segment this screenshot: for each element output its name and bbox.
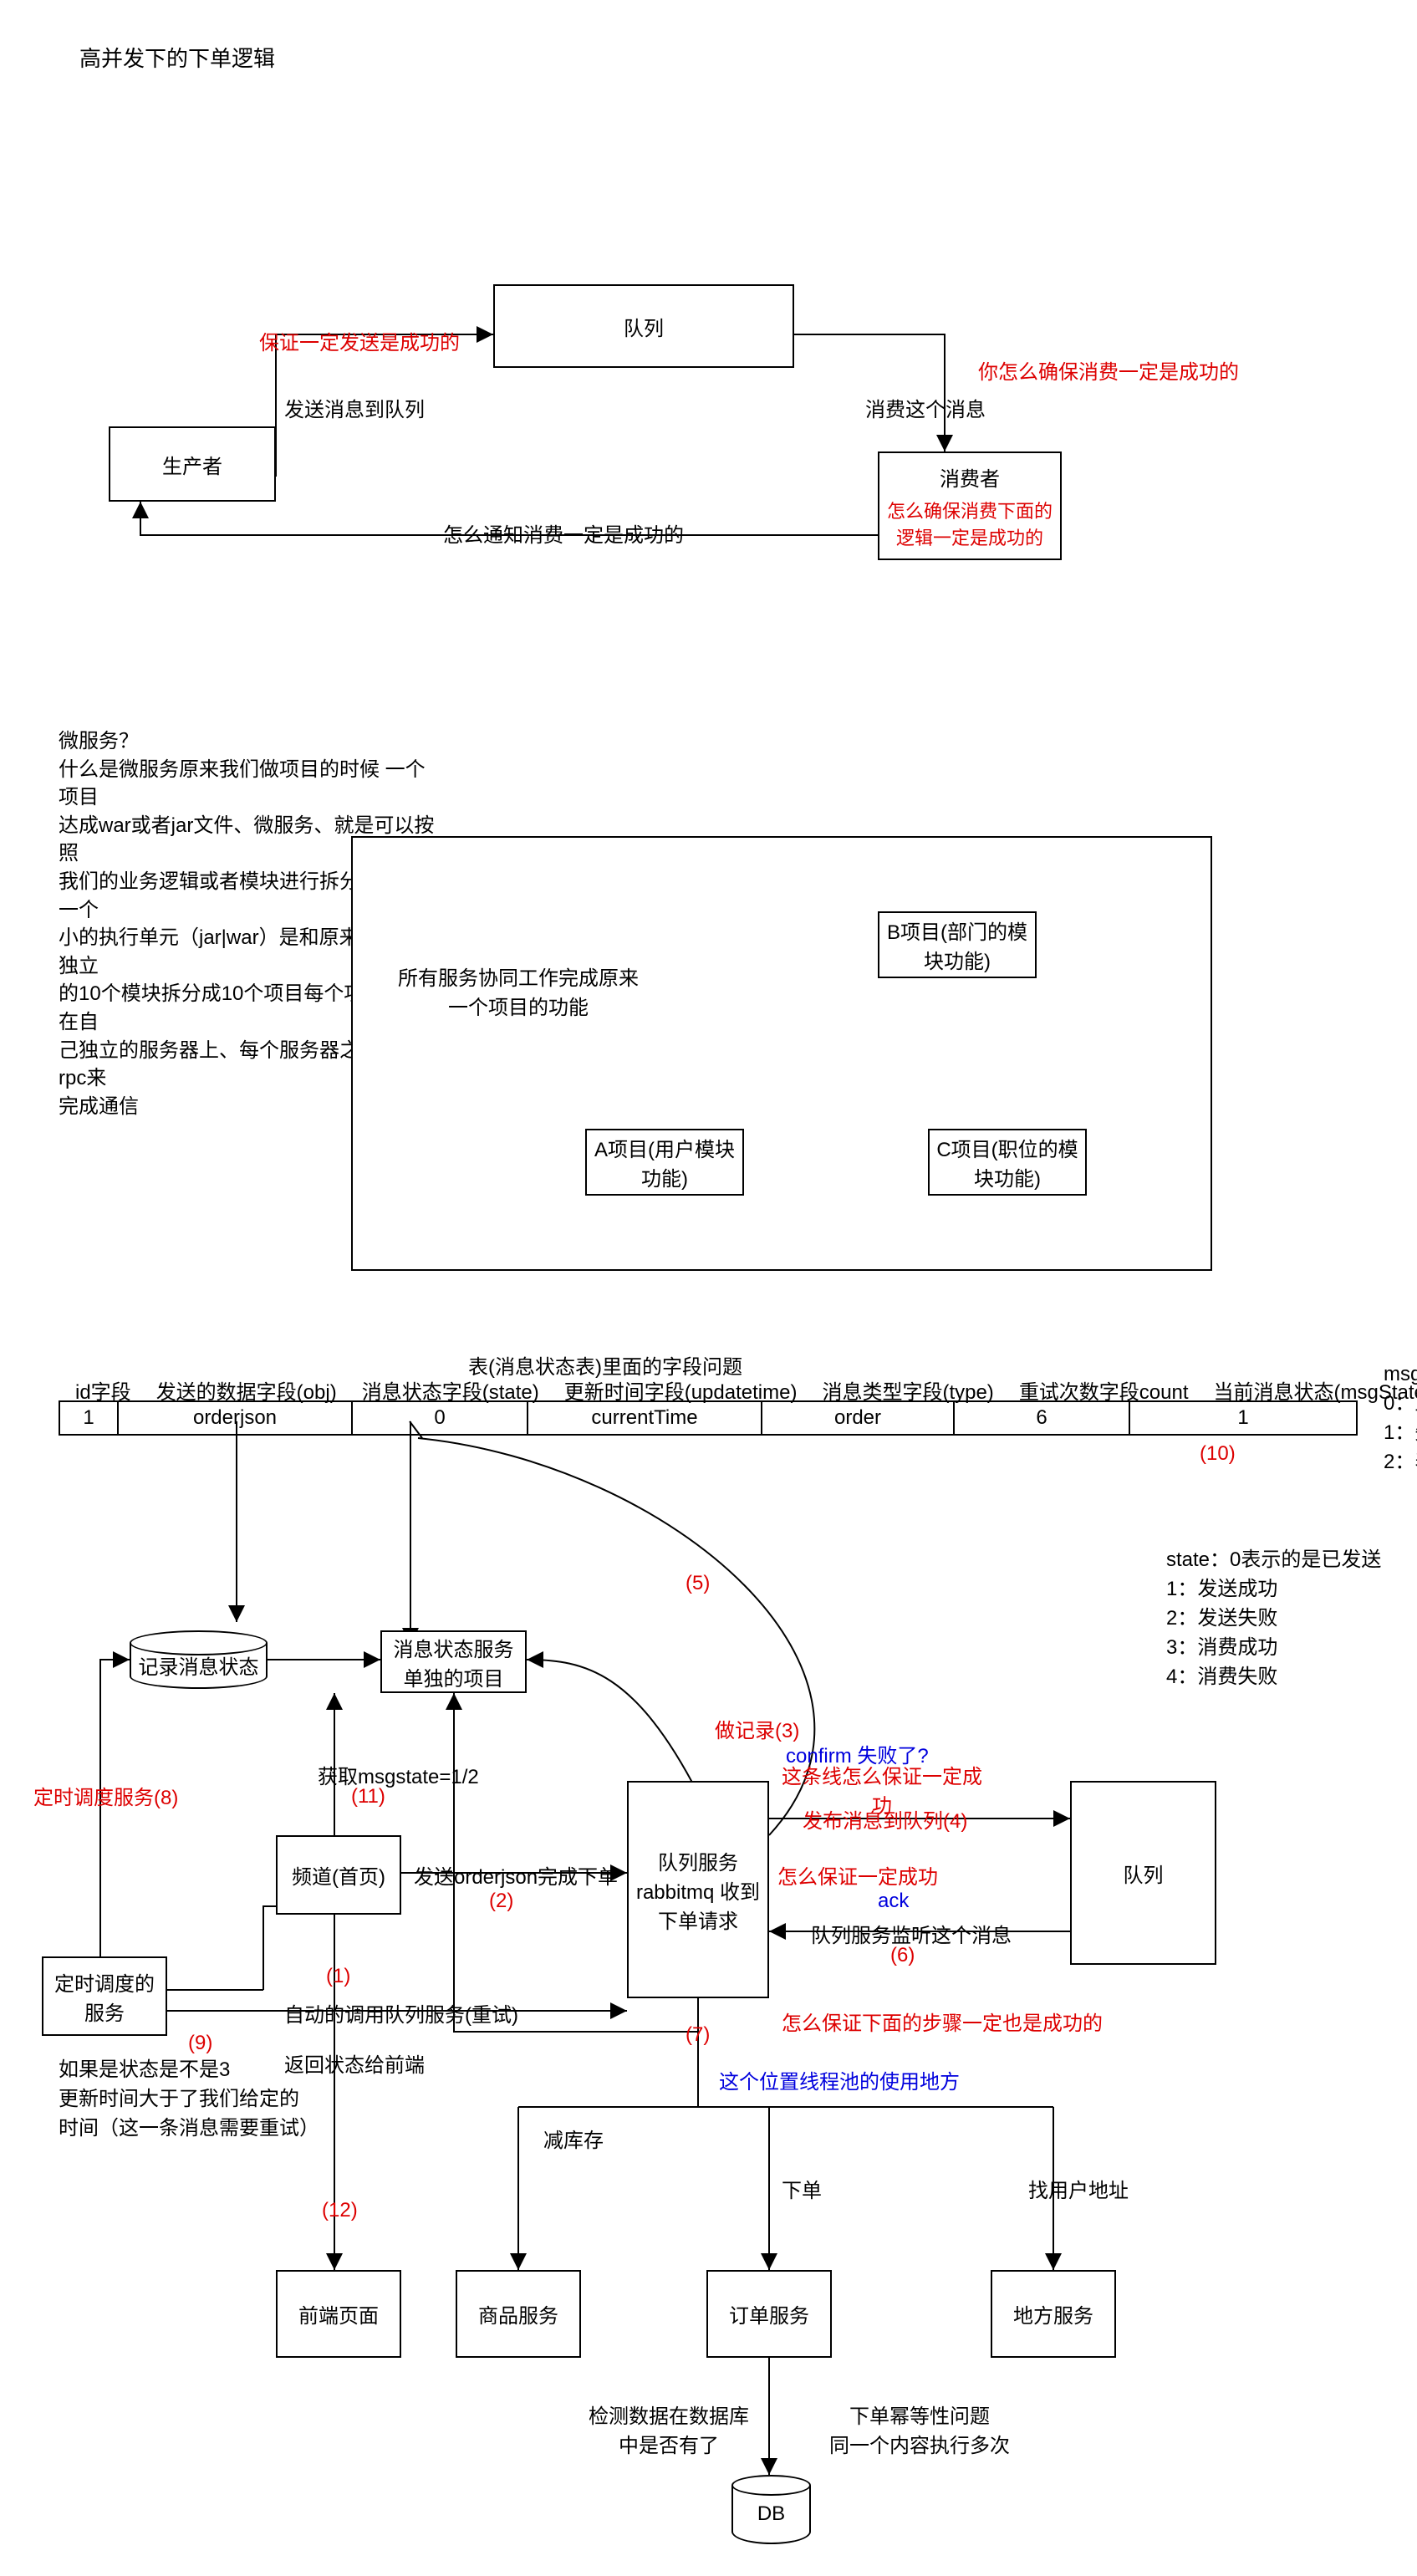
queue-svc-label: 队列服务 rabbitmq 收到下单请求 xyxy=(635,1846,761,1934)
td-obj: orderjson xyxy=(119,1402,353,1434)
addr: 地方服务 xyxy=(991,2270,1116,2358)
table-row: 1 orderjson 0 currentTime order 6 1 xyxy=(59,1400,1358,1436)
e9: (9) xyxy=(188,2032,212,2055)
consume-msg-label: 消费这个消息 xyxy=(865,393,986,422)
proj-b-label: B项目(部门的模块功能) xyxy=(886,916,1028,974)
find-addr: 找用户地址 xyxy=(1028,2174,1129,2203)
legend-msgstate: msgstate 0：正在进行 1：失败了 2：表示成功 xyxy=(1384,1363,1417,1474)
ensure-line: 这条线怎么保证一定成功 xyxy=(777,1760,986,1819)
addr-label: 地方服务 xyxy=(1013,2299,1093,2329)
e8: 定时调度服务(8) xyxy=(33,1781,178,1810)
note-10: (10) xyxy=(1200,1442,1236,1466)
e5: (5) xyxy=(686,1572,710,1595)
td-state: 0 xyxy=(353,1402,528,1434)
legend-state: state：0表示的是已发送 1：发送成功 2：发送失败 3：消费成功 4：消费… xyxy=(1166,1543,1409,1689)
proj-c: C项目(职位的模块功能) xyxy=(928,1129,1087,1196)
consumer-logic: 怎么确保消费下面的逻辑一定是成功的 xyxy=(886,497,1053,550)
proj-a: A项目(用户模块功能) xyxy=(585,1129,744,1196)
ack: ack xyxy=(878,1890,909,1913)
queue-box: 队列 xyxy=(1070,1781,1216,1965)
send-msg-label: 发送消息到队列 xyxy=(284,393,425,422)
check-db: 检测数据在数据库中是否有了 xyxy=(585,2400,752,2458)
idem: 下单幂等性问题 同一个内容执行多次 xyxy=(823,2400,1016,2458)
micro-container xyxy=(351,836,1212,1271)
send-order: 发送orderjson完成下单 xyxy=(414,1860,618,1890)
scheduler: 定时调度的服务 xyxy=(42,1956,167,2036)
scheduler-label: 定时调度的服务 xyxy=(50,1967,159,2026)
e11: (11) xyxy=(351,1785,385,1808)
td-id: 1 xyxy=(60,1402,119,1434)
td-type: order xyxy=(762,1402,955,1434)
td-count: 6 xyxy=(955,1402,1130,1434)
consumer-box: 消费者 怎么确保消费下面的逻辑一定是成功的 xyxy=(878,451,1062,560)
e1: (1) xyxy=(326,1965,350,1988)
db-cyl: DB xyxy=(731,2475,811,2544)
queue-box-top: 队列 xyxy=(493,284,794,368)
auto-retry: 自动的调用队列服务(重试) xyxy=(284,1998,518,2028)
together: 所有服务协同工作完成原来 一个项目的功能 xyxy=(393,962,644,1020)
record-cyl: 记录消息状态 xyxy=(130,1630,268,1689)
msg-svc-label: 消息状态服务 单独的项目 xyxy=(389,1633,518,1691)
consumer-label: 消费者 xyxy=(940,462,1000,492)
reduce: 减库存 xyxy=(543,2124,604,2153)
page-title: 高并发下的下单逻辑 xyxy=(79,42,275,73)
td-update: currentTime xyxy=(528,1402,762,1434)
goods: 商品服务 xyxy=(456,2270,581,2358)
db-label: DB xyxy=(757,2502,785,2526)
proj-c-label: C项目(职位的模块功能) xyxy=(936,1133,1078,1191)
order-label: 订单服务 xyxy=(729,2299,809,2329)
place-order: 下单 xyxy=(782,2174,822,2203)
queue-svc: 队列服务 rabbitmq 收到下单请求 xyxy=(627,1781,769,1998)
goods-label: 商品服务 xyxy=(478,2299,558,2329)
e7: (7) xyxy=(686,2023,710,2047)
queue-label: 队列 xyxy=(624,312,664,341)
retry-cond: 如果是状态是不是3 更新时间大于了我们给定的 时间（这一条消息需要重试） xyxy=(59,2053,309,2140)
channel: 频道(首页) xyxy=(276,1835,401,1915)
producer-label: 生产者 xyxy=(162,450,222,479)
order: 订单服务 xyxy=(706,2270,832,2358)
proj-a-label: A项目(用户模块功能) xyxy=(594,1133,736,1191)
thread: 这个位置线程池的使用地方 xyxy=(719,2065,960,2094)
front: 前端页面 xyxy=(276,2270,401,2358)
producer-box: 生产者 xyxy=(109,426,276,502)
e2: (2) xyxy=(489,1890,513,1913)
e6: (6) xyxy=(890,1944,915,1967)
front-label: 前端页面 xyxy=(298,2299,379,2329)
e12: (12) xyxy=(322,2199,358,2222)
proj-b: B项目(部门的模块功能) xyxy=(878,911,1037,978)
notify-label: 怎么通知消费一定是成功的 xyxy=(443,518,684,548)
below-ok: 怎么保证下面的步骤一定也是成功的 xyxy=(782,2007,1103,2036)
guarantee-send: 保证一定发送是成功的 xyxy=(259,326,460,355)
channel-label: 频道(首页) xyxy=(292,1860,385,1890)
guarantee-consume: 你怎么确保消费一定是成功的 xyxy=(978,355,1239,385)
get-msgstate: 获取msgstate=1/2 xyxy=(318,1760,479,1789)
td-msgstate: 1 xyxy=(1130,1402,1356,1434)
msg-svc: 消息状态服务 单独的项目 xyxy=(380,1630,527,1693)
ensure: 怎么保证一定成功 xyxy=(777,1860,938,1890)
queue-label2: 队列 xyxy=(1124,1859,1164,1888)
